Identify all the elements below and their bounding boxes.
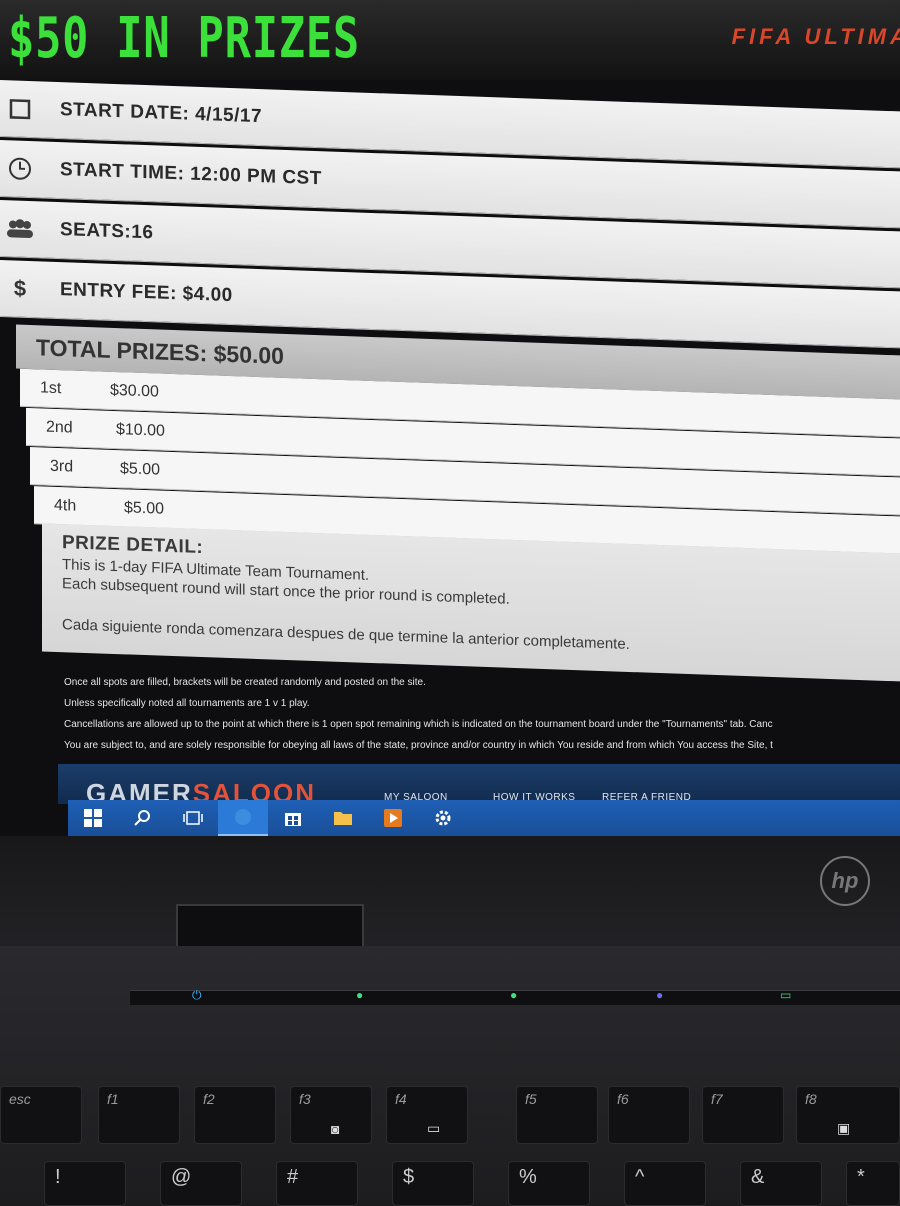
task-view-icon[interactable] [168, 800, 218, 836]
place-label: 1st [40, 378, 62, 397]
settings-icon[interactable] [418, 800, 468, 836]
key-8[interactable]: * [846, 1161, 900, 1206]
place-amount: $5.00 [120, 459, 161, 479]
key-4[interactable]: $ [392, 1161, 474, 1206]
store-icon[interactable] [268, 800, 318, 836]
key-2[interactable]: @ [160, 1161, 242, 1206]
windows-taskbar [68, 800, 900, 836]
status-light-strip: ⏻ ● ● ● ▭ [130, 988, 900, 1005]
key-label: f3 [299, 1091, 311, 1107]
key-6[interactable]: ^ [624, 1161, 706, 1206]
rule-line: Once all spots are filled, brackets will… [64, 677, 426, 688]
clock-icon [0, 156, 40, 181]
prize-headline: $50 IN PRIZES [8, 6, 361, 71]
place-label: 3rd [50, 457, 74, 476]
key-label: f8 [805, 1091, 817, 1107]
place-amount: $30.00 [110, 381, 159, 401]
key-symbol: * [857, 1166, 865, 1188]
key-f8[interactable]: f8 ▣ [796, 1086, 900, 1144]
key-symbol: % [519, 1166, 537, 1188]
entry-fee-label: ENTRY FEE: $4.00 [60, 279, 233, 307]
game-tag: FIFA ULTIMA [731, 24, 900, 49]
key-label: f6 [617, 1091, 629, 1107]
rule-line: Unless specifically noted all tournament… [64, 698, 310, 709]
key-f4[interactable]: f4 ▭ [386, 1086, 468, 1144]
place-label: 4th [54, 496, 77, 515]
key-f8-icon: ▣ [837, 1120, 851, 1136]
key-f6[interactable]: f6 [608, 1086, 690, 1144]
media-player-icon[interactable] [368, 800, 418, 836]
key-label: f5 [525, 1091, 537, 1107]
key-symbol: ^ [635, 1166, 645, 1188]
key-3[interactable]: # [276, 1161, 358, 1206]
touchpad-icon: ▭ [780, 988, 792, 1002]
key-f7[interactable]: f7 [702, 1086, 784, 1144]
key-label: f7 [711, 1091, 723, 1107]
prize-detail-line: Cada siguiente ronda comenzara despues d… [62, 616, 630, 653]
wireless-icon: ● [656, 988, 664, 1002]
seats-label: SEATS:16 [60, 219, 154, 244]
tournament-details: START DATE: 4/15/17 START TIME: 12:00 PM… [0, 80, 900, 686]
search-icon[interactable] [118, 800, 168, 836]
internet-icon: ● [510, 988, 518, 1002]
key-label: esc [9, 1091, 31, 1107]
key-symbol: @ [171, 1166, 192, 1188]
key-f3-icon: ◙ [331, 1121, 340, 1137]
start-date-label: START DATE: 4/15/17 [60, 99, 263, 128]
key-5[interactable]: % [508, 1161, 590, 1206]
key-symbol: $ [403, 1166, 415, 1188]
key-esc[interactable]: esc [0, 1086, 82, 1144]
people-icon [0, 218, 40, 239]
laptop-keyboard-deck: ⏻ ● ● ● ▭ esc f1 f2 f3 ◙ f4 ▭ f5 f6 f7 f8 ▣… [0, 946, 900, 1206]
browser-icon[interactable] [218, 800, 268, 836]
key-label: f4 [395, 1091, 407, 1107]
place-amount: $10.00 [116, 420, 165, 440]
key-f1[interactable]: f1 [98, 1086, 180, 1144]
key-symbol: ! [55, 1166, 61, 1188]
key-symbol: & [751, 1166, 765, 1188]
keyboard-light-icon: ● [356, 988, 364, 1002]
key-7[interactable]: & [740, 1161, 822, 1206]
site-footer-nav: GAMERSALOON MY SALOON HOW IT WORKS REFER… [58, 764, 900, 808]
power-icon[interactable]: ⏻ [192, 988, 202, 1003]
key-f3[interactable]: f3 ◙ [290, 1086, 372, 1144]
laptop-bezel: hp [0, 836, 900, 948]
key-f4-icon: ▭ [427, 1120, 441, 1136]
webcam-cover [176, 904, 364, 948]
key-label: f2 [203, 1091, 215, 1107]
place-amount: $5.00 [124, 498, 165, 518]
key-1[interactable]: ! [44, 1161, 126, 1206]
place-label: 2nd [46, 418, 73, 437]
key-symbol: # [287, 1166, 299, 1188]
key-f5[interactable]: f5 [516, 1086, 598, 1144]
hp-logo: hp [820, 856, 870, 906]
key-f2[interactable]: f2 [194, 1086, 276, 1144]
start-time-label: START TIME: 12:00 PM CST [60, 159, 322, 190]
laptop-screen: $50 IN PRIZES FIFA ULTIMA START DATE: 4/… [0, 0, 900, 850]
rule-line: Cancellations are allowed up to the poin… [64, 719, 773, 730]
file-explorer-icon[interactable] [318, 800, 368, 836]
tournament-banner: $50 IN PRIZES FIFA ULTIMA [0, 0, 900, 80]
key-label: f1 [107, 1091, 119, 1107]
windows-start-icon[interactable] [68, 800, 118, 836]
tournament-rules: Once all spots are filled, brackets will… [64, 672, 900, 756]
dollar-icon: $ [13, 275, 27, 301]
total-prizes-label: TOTAL PRIZES: $50.00 [36, 333, 284, 369]
calendar-icon [0, 97, 40, 120]
rule-line: You are subject to, and are solely respo… [64, 740, 773, 751]
